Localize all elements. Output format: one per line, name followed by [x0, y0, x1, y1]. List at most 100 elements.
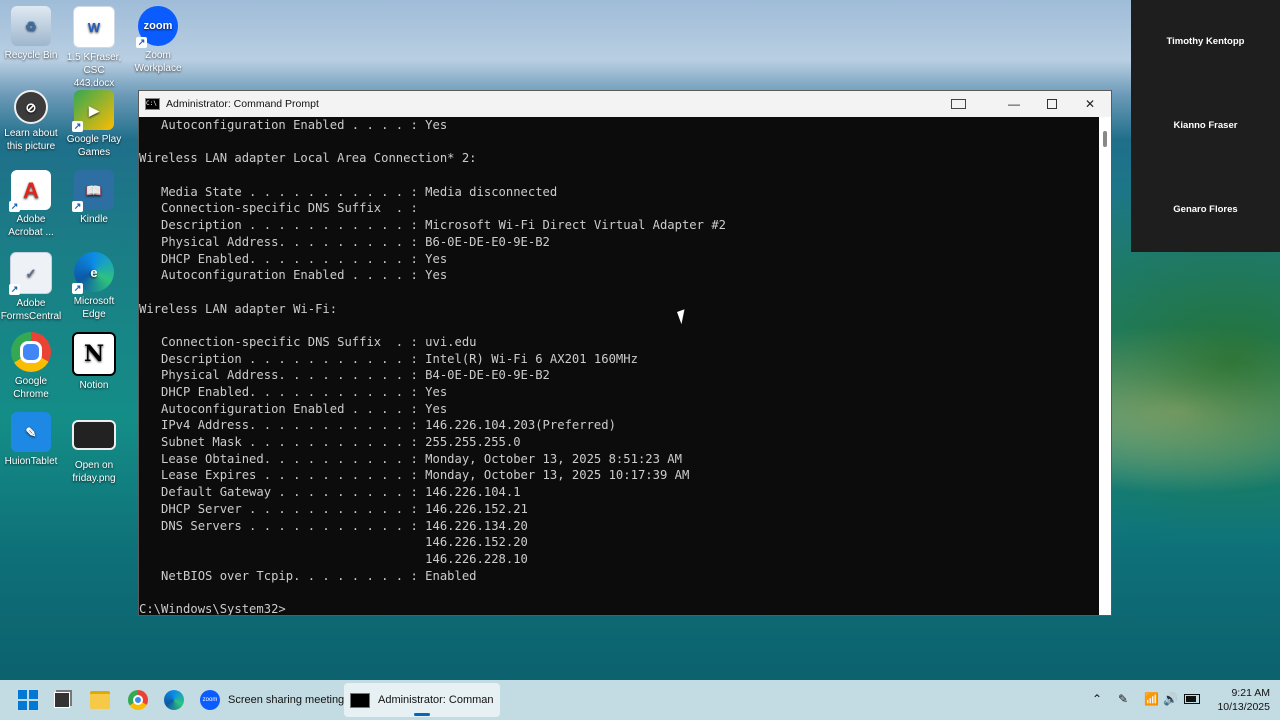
cmd-icon	[350, 692, 370, 708]
console-line: C:\Windows\System32>	[139, 601, 286, 615]
formscentral-icon: ✓ ↗	[9, 252, 52, 295]
participant-name: Timothy Kentopp	[1166, 36, 1245, 47]
windows-start-icon	[18, 690, 38, 710]
desktop-icon-edge[interactable]: e ↗ Microsoft Edge	[63, 252, 125, 321]
cmd-app-icon: C:\	[145, 98, 160, 110]
clock-time: 9:21 AM	[1231, 687, 1270, 699]
chrome-icon	[11, 332, 51, 372]
console-line: Connection-specific DNS Suffix . : uvi.e…	[139, 334, 477, 349]
desktop-icon-friday-png[interactable]: Open on friday.png	[63, 412, 125, 485]
word-icon: W	[73, 6, 115, 48]
desktop-icon-label: HuionTablet	[4, 456, 58, 467]
console-line: Wireless LAN adapter Wi-Fi:	[139, 301, 338, 316]
taskbar-clock[interactable]: 9:21 AM 10/13/2025	[1206, 686, 1270, 714]
console-line: Subnet Mask . . . . . . . . . . . : 255.…	[139, 435, 521, 450]
taskbar-app-command-prompt[interactable]: Administrator: Comman	[344, 683, 500, 717]
desktop-icon-label: Learn about this picture	[4, 128, 58, 152]
desktop-icon-formscentral[interactable]: ✓ ↗ Adobe FormsCentral	[0, 252, 62, 323]
taskbar: zoom Screen sharing meeting Administrato…	[0, 680, 1280, 720]
console-line: Autoconfiguration Enabled . . . . : Yes	[139, 118, 448, 132]
pen-tray-button[interactable]: ✎	[1118, 692, 1128, 706]
desktop-icon-label: Notion	[79, 380, 109, 391]
desktop-icon-chrome[interactable]: Google Chrome	[0, 332, 62, 401]
desktop-icon-learn-picture[interactable]: ⊘ Learn about this picture	[0, 90, 62, 153]
console-line: NetBIOS over Tcpip. . . . . . . . : Enab…	[139, 568, 477, 583]
scrollbar-thumb[interactable]	[1103, 131, 1107, 147]
console-line: Physical Address. . . . . . . . . : B6-0…	[139, 234, 550, 249]
edge-taskbar-button[interactable]	[162, 688, 186, 712]
window-title: Administrator: Command Prompt	[166, 98, 319, 110]
desktop-icon-huion[interactable]: ✎ HuionTablet	[0, 412, 62, 468]
show-hidden-icons-button[interactable]: ⌃	[1092, 692, 1102, 706]
console-line: Autoconfiguration Enabled . . . . : Yes	[139, 401, 448, 416]
task-view-button[interactable]	[50, 688, 74, 712]
task-view-icon	[54, 692, 70, 708]
participants-panel: Timothy Kentopp Kianno Fraser Genaro Flo…	[1131, 0, 1280, 252]
console-line: IPv4 Address. . . . . . . . . . . : 146.…	[139, 418, 616, 433]
clock-date: 10/13/2025	[1217, 701, 1270, 713]
minimize-button[interactable]: —	[995, 91, 1033, 117]
desktop-icon-label: Open on friday.png	[72, 460, 116, 484]
kindle-icon: 📖 ↗	[72, 170, 114, 212]
desktop-icon-google-play-games[interactable]: ▶ ↗ Google Play Games	[63, 90, 125, 159]
console-line: DNS Servers . . . . . . . . . . . : 146.…	[139, 518, 528, 533]
desktop-icon-label: Google Chrome	[13, 376, 49, 400]
scrollbar[interactable]	[1099, 117, 1111, 615]
desktop-icon-zoom[interactable]: zoom ↗ Zoom Workplace	[127, 6, 189, 75]
battery-icon	[1184, 694, 1200, 704]
start-button[interactable]	[16, 688, 40, 712]
acrobat-icon: A ↗	[9, 170, 51, 212]
console-line: Default Gateway . . . . . . . . . : 146.…	[139, 485, 521, 500]
volume-tray-button[interactable]: 🔊	[1163, 692, 1178, 706]
desktop-icon-notion[interactable]: N Notion	[63, 332, 125, 392]
zoom-icon: zoom ↗	[136, 6, 178, 48]
minimize-icon: —	[1008, 97, 1020, 111]
snap-layout-button[interactable]	[939, 91, 977, 117]
desktop-icon-kindle[interactable]: 📖 ↗ Kindle	[63, 170, 125, 226]
desktop-icon-label: Microsoft Edge	[73, 296, 115, 320]
chrome-taskbar-button[interactable]	[126, 688, 150, 712]
desktop-icon-label: Kindle	[80, 214, 108, 225]
console-line: Description . . . . . . . . . . . : Inte…	[139, 351, 638, 366]
maximize-icon	[1047, 99, 1057, 109]
chevron-up-icon: ⌃	[1092, 692, 1103, 706]
desktop-icon-label: Adobe Acrobat ...	[8, 214, 54, 238]
learn-picture-icon: ⊘	[14, 90, 48, 124]
desktop-icon-label: 1.5 KFraser, CSC 443.docx	[66, 52, 122, 89]
edge-icon	[164, 690, 184, 710]
desktop-icon-acrobat[interactable]: A ↗ Adobe Acrobat ...	[0, 170, 62, 239]
command-prompt-window[interactable]: C:\ Administrator: Command Prompt — ✕ Au…	[138, 90, 1112, 616]
taskbar-app-zoom-meeting[interactable]: zoom Screen sharing meeting	[194, 683, 350, 717]
battery-tray-button[interactable]	[1184, 692, 1200, 706]
window-titlebar[interactable]: C:\ Administrator: Command Prompt — ✕	[139, 91, 1111, 117]
zoom-icon: zoom	[200, 690, 220, 710]
console-output[interactable]: Autoconfiguration Enabled . . . . : Yes W…	[139, 117, 1099, 615]
maximize-button[interactable]	[1033, 91, 1071, 117]
folder-icon	[90, 691, 110, 709]
taskbar-app-label: Administrator: Comman	[378, 694, 494, 706]
recycle-bin-icon: ♻	[11, 6, 51, 46]
console-line: Description . . . . . . . . . . . : Micr…	[139, 218, 726, 233]
desktop-icon-label: Adobe FormsCentral	[0, 298, 62, 322]
huion-icon: ✎	[11, 412, 51, 452]
file-explorer-button[interactable]	[88, 688, 112, 712]
desktop-icon-recycle-bin[interactable]: ♻ Recycle Bin	[0, 6, 62, 62]
console-line: 146.226.228.10	[139, 551, 528, 566]
speaker-icon: 🔊	[1163, 692, 1178, 706]
desktop-icon-docx[interactable]: W 1.5 KFraser, CSC 443.docx	[63, 6, 125, 90]
google-play-games-icon: ▶ ↗	[72, 90, 114, 132]
console-line: Physical Address. . . . . . . . . : B4-0…	[139, 368, 550, 383]
wifi-tray-button[interactable]: 📶	[1144, 692, 1159, 706]
console-line: Autoconfiguration Enabled . . . . : Yes	[139, 268, 448, 283]
participant-name: Genaro Flores	[1173, 204, 1238, 215]
close-button[interactable]: ✕	[1071, 91, 1109, 117]
edge-icon: e ↗	[72, 252, 114, 294]
console-line: DHCP Server . . . . . . . . . . . : 146.…	[139, 501, 528, 516]
console-line: Connection-specific DNS Suffix . :	[139, 201, 418, 216]
console-line: Lease Obtained. . . . . . . . . . : Mond…	[139, 451, 682, 466]
